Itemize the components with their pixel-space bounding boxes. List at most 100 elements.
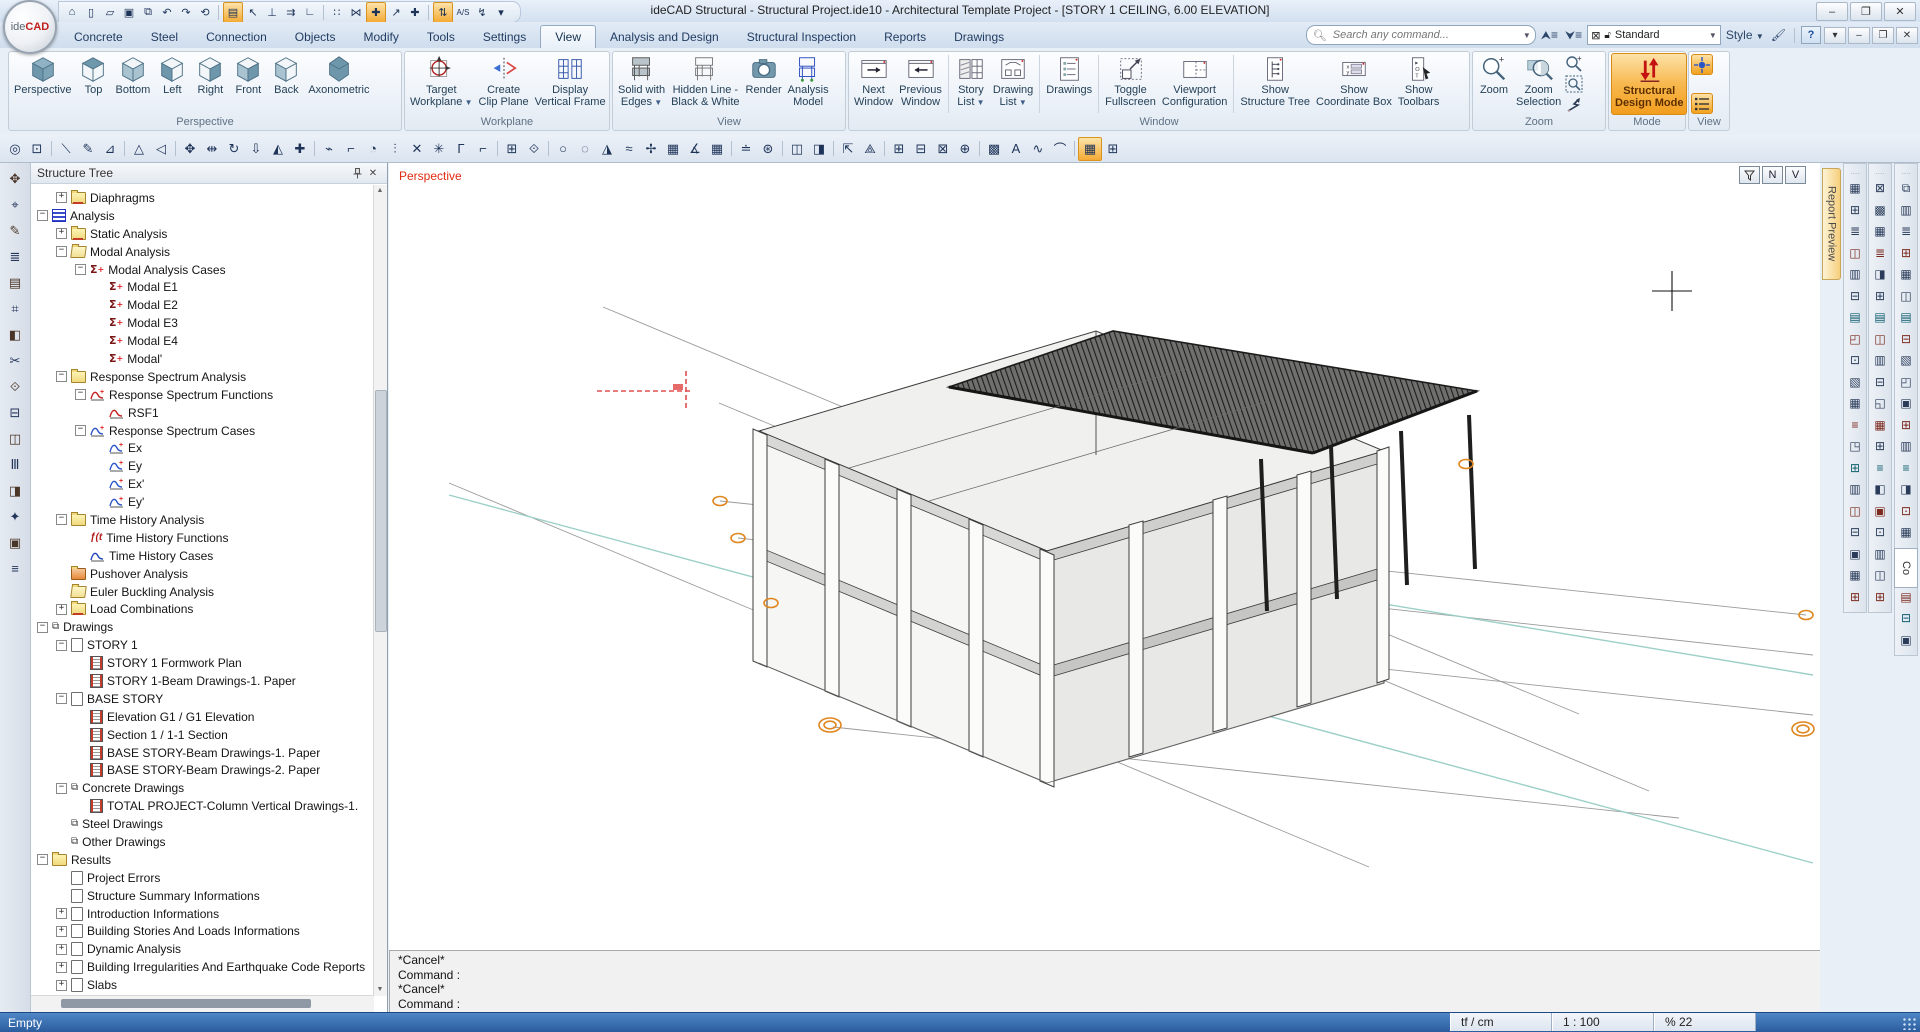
parallel-icon[interactable]: ⇉ — [282, 3, 300, 22]
expand-icon[interactable]: + — [56, 908, 67, 919]
tool-8-icon[interactable]: ◁ — [150, 138, 172, 160]
tab-reports[interactable]: Reports — [870, 26, 940, 48]
tool-47-icon[interactable]: ⊞ — [888, 138, 910, 160]
right-tool-1-1-icon[interactable]: ▩ — [1870, 200, 1890, 219]
tool-44-icon[interactable]: ⇱ — [837, 138, 859, 160]
ribbon-button-show-structure-tree[interactable]: ShowStructure Tree — [1237, 53, 1313, 115]
right-tool-0-9-icon[interactable]: ▧ — [1845, 372, 1865, 391]
tree-item-time-history-cases[interactable]: Time History Cases — [31, 547, 374, 565]
paint-roller-icon[interactable]: 🖌︎ — [1769, 28, 1788, 42]
right-tool-0-17-icon[interactable]: ▣ — [1845, 544, 1865, 563]
zoom-extents-button[interactable]: + — [1564, 54, 1584, 73]
ribbon-button-display-vertical-frame[interactable]: DisplayVertical Frame — [532, 53, 609, 115]
right-tool-0-16-icon[interactable]: ⊟ — [1845, 523, 1865, 542]
left-tool-5-icon[interactable]: ⌗ — [5, 299, 25, 318]
tool-34-icon[interactable]: ▦ — [662, 138, 684, 160]
right-tool-1-12-icon[interactable]: ⊞ — [1870, 437, 1890, 456]
expand-icon[interactable]: + — [56, 962, 67, 973]
tool-22-icon[interactable]: ✳ — [428, 138, 450, 160]
tree-item-story-1-formwork-plan[interactable]: STORY 1 Formwork Plan — [31, 654, 374, 672]
pan-button[interactable] — [1564, 95, 1584, 114]
tree-item-dynamic-analysis[interactable]: +Dynamic Analysis — [31, 940, 374, 958]
render-options-icon[interactable]: ▦ — [1078, 137, 1102, 161]
mdi-dropdown-button[interactable]: ▾ — [1824, 27, 1846, 44]
tree-item-modal[interactable]: Σ+Modal' — [31, 350, 374, 368]
home-icon[interactable]: ⌂ — [63, 3, 81, 22]
right-tool-2-16-icon[interactable]: ▦ — [1896, 523, 1916, 542]
collapse-icon[interactable]: − — [37, 854, 48, 865]
scale-cell[interactable]: 1 : 100 — [1552, 1013, 1654, 1031]
tool-17-icon[interactable]: ⌁ — [318, 138, 340, 160]
zoom-window-button[interactable] — [1564, 75, 1584, 94]
grid-display-icon[interactable]: ⊞ — [1102, 138, 1124, 160]
right-tool-1-18-icon[interactable]: ◫ — [1870, 566, 1890, 585]
tool-7-icon[interactable]: △ — [128, 138, 150, 160]
right-tool-2-2-icon[interactable]: ≣ — [1896, 222, 1916, 241]
layer-down-icon[interactable]: ⮟︎≡ — [1563, 28, 1584, 43]
right-tool-2-6-icon[interactable]: ▤ — [1896, 308, 1916, 327]
left-tool-12-icon[interactable]: ◨ — [5, 481, 25, 500]
right-tool-1-14-icon[interactable]: ◧ — [1870, 480, 1890, 499]
tab-objects[interactable]: Objects — [281, 26, 350, 48]
tab-connection[interactable]: Connection — [192, 26, 281, 48]
ribbon-button-right[interactable]: Right — [191, 53, 229, 115]
tree-item-modal-e4[interactable]: Σ+Modal E4 — [31, 332, 374, 350]
ribbon-button-drawing-list[interactable]: DrawingList ▼ — [990, 53, 1036, 115]
collapse-icon[interactable]: − — [37, 210, 48, 221]
tool-38-icon[interactable]: ≐ — [735, 138, 757, 160]
tree-item-base-story[interactable]: −BASE STORY — [31, 690, 374, 708]
tool-13-icon[interactable]: ⇩ — [245, 138, 267, 160]
ribbon-button-solid-with-edges[interactable]: Solid withEdges ▼ — [615, 53, 668, 115]
right-tool-0-19-icon[interactable]: ⊞ — [1845, 587, 1865, 606]
right-tool-1-13-icon[interactable]: ≡ — [1870, 458, 1890, 477]
tool-30-icon[interactable]: ◌ — [574, 138, 596, 160]
pin-icon[interactable] — [349, 166, 365, 180]
tool-41-icon[interactable]: ◫ — [786, 138, 808, 160]
ortho-icon[interactable]: ∟ — [301, 3, 319, 22]
collapse-icon[interactable]: − — [37, 622, 48, 633]
snap-node-icon[interactable]: ✚ — [366, 2, 386, 23]
tool-26-icon[interactable]: ⊞ — [501, 138, 523, 160]
right-tool-0-7-icon[interactable]: ◰ — [1845, 329, 1865, 348]
right-tool-0-3-icon[interactable]: ◫ — [1845, 243, 1865, 262]
right-tool-0-5-icon[interactable]: ⊟ — [1845, 286, 1865, 305]
tool-39-icon[interactable]: ⊛ — [757, 138, 779, 160]
right-tool-0-18-icon[interactable]: ▦ — [1845, 566, 1865, 585]
expand-icon[interactable]: + — [56, 944, 67, 955]
layout-combo[interactable]: ⊠ 🔓︎ Standard ▼ — [1587, 25, 1721, 45]
new-file-icon[interactable]: ▯ — [82, 3, 100, 22]
structural-mode-toggle-icon[interactable]: ⇅ — [433, 2, 453, 23]
tool-53-icon[interactable]: A — [1005, 138, 1027, 160]
tool-31-icon[interactable]: ◮ — [596, 138, 618, 160]
left-tool-9-icon[interactable]: ⊟ — [5, 403, 25, 422]
right-tool-2-11-icon[interactable]: ⊞ — [1896, 415, 1916, 434]
tool-18-icon[interactable]: ⌐ — [340, 138, 362, 160]
tool-20-icon[interactable]: ⫶ — [384, 138, 406, 160]
mdi-restore-button[interactable]: ❐ — [1872, 27, 1894, 44]
right-tool-1-11-icon[interactable]: ▦ — [1870, 415, 1890, 434]
tree-item-modal-analysis-cases[interactable]: −Σ+Modal Analysis Cases — [31, 261, 374, 279]
tree-item-section-1-1-1-section[interactable]: Section 1 / 1-1 Section — [31, 726, 374, 744]
tree-item-diaphragms[interactable]: +Diaphragms — [31, 189, 374, 207]
right-tool-2-3-icon[interactable]: ⊞ — [1896, 243, 1916, 262]
left-tool-4-icon[interactable]: ▤ — [5, 273, 25, 292]
viewport-north-button[interactable]: N — [1762, 166, 1783, 184]
ribbon-button-create-clip-plane[interactable]: CreateClip Plane — [476, 53, 532, 115]
tool-54-icon[interactable]: ∿ — [1027, 138, 1049, 160]
tool-48-icon[interactable]: ⊟ — [910, 138, 932, 160]
tool-35-icon[interactable]: ∡ — [684, 138, 706, 160]
right-tool-1-17-icon[interactable]: ▥ — [1870, 544, 1890, 563]
zoom-cell[interactable]: % 22 — [1654, 1013, 1756, 1031]
tree-item-time-history-analysis[interactable]: −Time History Analysis — [31, 511, 374, 529]
tree-item-time-history-functions[interactable]: ƒ(tTime History Functions — [31, 529, 374, 547]
right-tool-1-0-icon[interactable]: ⊠ — [1870, 179, 1890, 198]
close-button[interactable]: ✕ — [1884, 2, 1916, 21]
ribbon-button-story-list[interactable]: StoryList ▼ — [952, 53, 990, 115]
ribbon-button-front[interactable]: Front — [229, 53, 267, 115]
ribbon-button-viewport-configuration[interactable]: ViewportConfiguration — [1159, 53, 1230, 115]
right-tool-2-10-icon[interactable]: ▣ — [1896, 394, 1916, 413]
quick-run-icon[interactable]: ↯ — [473, 3, 491, 22]
collapsed-panel-tab[interactable]: Co — [1894, 548, 1918, 588]
mdi-close-button[interactable]: ✕ — [1896, 27, 1918, 44]
ribbon-button-drawings[interactable]: Drawings — [1043, 53, 1095, 115]
